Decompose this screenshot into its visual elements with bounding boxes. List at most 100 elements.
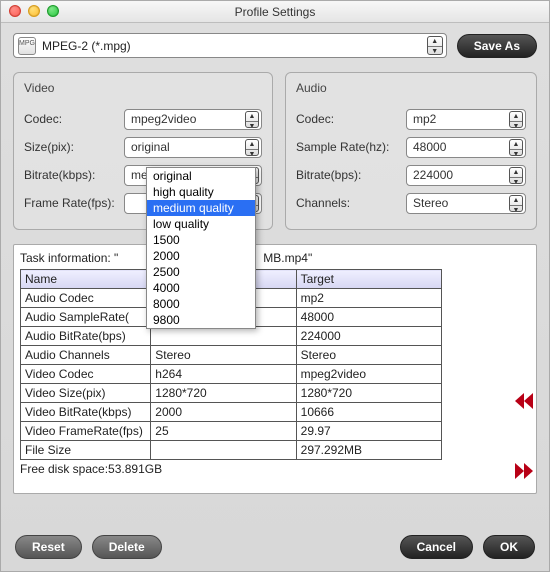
ok-button[interactable]: OK <box>483 535 535 559</box>
table-cell: 1280*720 <box>151 384 296 403</box>
video-codec-select[interactable]: mpeg2video ▲▼ <box>124 109 262 130</box>
audio-bitrate-select[interactable]: 224000 ▲▼ <box>406 165 526 186</box>
window-title: Profile Settings <box>235 5 316 19</box>
rewind-icon <box>524 393 533 409</box>
mpg-file-icon: MPG <box>18 37 36 55</box>
video-panel: Video Codec: mpeg2video ▲▼ Size(pix): or… <box>13 72 273 230</box>
audio-channels-field: Channels: Stereo ▲▼ <box>296 189 526 217</box>
table-cell: 48000 <box>296 308 441 327</box>
table-cell: h264 <box>151 365 296 384</box>
table-cell: mp2 <box>296 289 441 308</box>
audio-samplerate-label: Sample Rate(hz): <box>296 140 406 154</box>
stepper-icon[interactable]: ▲▼ <box>245 111 259 128</box>
window-controls <box>9 5 59 17</box>
bitrate-option[interactable]: 9800 <box>147 312 255 328</box>
video-bitrate-dropdown[interactable]: originalhigh qualitymedium qualitylow qu… <box>146 167 256 329</box>
prev-task-button[interactable] <box>515 393 543 411</box>
bitrate-option[interactable]: 4000 <box>147 280 255 296</box>
top-row: MPG MPEG-2 (*.mpg) ▲▼ Save As <box>13 33 537 58</box>
table-cell: Audio Codec <box>21 289 151 308</box>
bitrate-option[interactable]: medium quality <box>147 200 255 216</box>
table-cell: Audio SampleRate( <box>21 308 151 327</box>
stepper-icon[interactable]: ▲▼ <box>245 139 259 156</box>
video-size-select[interactable]: original ▲▼ <box>124 137 262 158</box>
table-cell: 1280*720 <box>296 384 441 403</box>
next-task-button[interactable] <box>515 463 543 481</box>
table-row: Audio BitRate(bps) 224000 <box>21 327 442 346</box>
table-cell: Video BitRate(kbps) <box>21 403 151 422</box>
table-cell: 29.97 <box>296 422 441 441</box>
table-row: Audio ChannelsStereoStereo <box>21 346 442 365</box>
table-cell: Video Codec <box>21 365 151 384</box>
delete-button[interactable]: Delete <box>92 535 162 559</box>
content: MPG MPEG-2 (*.mpg) ▲▼ Save As Video Code… <box>1 23 549 571</box>
close-icon[interactable] <box>9 5 21 17</box>
audio-bitrate-value: 224000 <box>413 168 453 182</box>
stepper-icon[interactable]: ▲▼ <box>427 36 443 55</box>
table-header-target: Target <box>296 270 441 289</box>
audio-bitrate-label: Bitrate(bps): <box>296 168 406 182</box>
save-as-button[interactable]: Save As <box>457 34 537 58</box>
profile-format-label: MPEG-2 (*.mpg) <box>42 39 442 53</box>
profile-settings-window: Profile Settings MPG MPEG-2 (*.mpg) ▲▼ S… <box>0 0 550 572</box>
video-size-value: original <box>131 140 170 154</box>
table-cell: mpeg2video <box>296 365 441 384</box>
rewind-icon <box>515 393 524 409</box>
video-framerate-label: Frame Rate(fps): <box>24 196 124 210</box>
free-disk-label: Free disk space:53.891GB <box>20 462 530 476</box>
titlebar: Profile Settings <box>1 1 549 23</box>
audio-channels-select[interactable]: Stereo ▲▼ <box>406 193 526 214</box>
table-row: Video FrameRate(fps)2529.97 <box>21 422 442 441</box>
table-header-name: Name <box>21 270 151 289</box>
audio-panel: Audio Codec: mp2 ▲▼ Sample Rate(hz): 480… <box>285 72 537 230</box>
audio-codec-field: Codec: mp2 ▲▼ <box>296 105 526 133</box>
minimize-icon[interactable] <box>28 5 40 17</box>
table-cell: 224000 <box>296 327 441 346</box>
audio-codec-label: Codec: <box>296 112 406 126</box>
table-cell: Audio BitRate(bps) <box>21 327 151 346</box>
video-codec-label: Codec: <box>24 112 124 126</box>
table-cell: 297.292MB <box>296 441 441 460</box>
audio-samplerate-value: 48000 <box>413 140 446 154</box>
bitrate-option[interactable]: original <box>147 168 255 184</box>
zoom-icon[interactable] <box>47 5 59 17</box>
settings-panels: Video Codec: mpeg2video ▲▼ Size(pix): or… <box>13 72 537 230</box>
bottom-bar: Reset Delete Cancel OK <box>1 535 549 559</box>
table-cell: Stereo <box>151 346 296 365</box>
reset-button[interactable]: Reset <box>15 535 82 559</box>
video-panel-title: Video <box>24 81 262 95</box>
task-info-label: Task information: "MB.mp4" <box>20 251 530 265</box>
table-row: File Size 297.292MB <box>21 441 442 460</box>
bitrate-option[interactable]: 8000 <box>147 296 255 312</box>
cancel-button[interactable]: Cancel <box>400 535 473 559</box>
bitrate-option[interactable]: high quality <box>147 184 255 200</box>
video-codec-field: Codec: mpeg2video ▲▼ <box>24 105 262 133</box>
forward-icon <box>524 463 533 479</box>
audio-samplerate-select[interactable]: 48000 ▲▼ <box>406 137 526 158</box>
bitrate-option[interactable]: low quality <box>147 216 255 232</box>
stepper-icon[interactable]: ▲▼ <box>509 167 523 184</box>
audio-channels-value: Stereo <box>413 196 448 210</box>
table-cell: Stereo <box>296 346 441 365</box>
profile-format-select[interactable]: MPG MPEG-2 (*.mpg) ▲▼ <box>13 33 447 58</box>
table-cell: Video Size(pix) <box>21 384 151 403</box>
table-cell <box>151 441 296 460</box>
stepper-icon[interactable]: ▲▼ <box>509 111 523 128</box>
stepper-icon[interactable]: ▲▼ <box>509 139 523 156</box>
table-row: Video Size(pix)1280*7201280*720 <box>21 384 442 403</box>
bitrate-option[interactable]: 2000 <box>147 248 255 264</box>
table-cell <box>151 327 296 346</box>
stepper-icon[interactable]: ▲▼ <box>509 195 523 212</box>
audio-codec-value: mp2 <box>413 112 436 126</box>
table-cell: Video FrameRate(fps) <box>21 422 151 441</box>
audio-bitrate-field: Bitrate(bps): 224000 ▲▼ <box>296 161 526 189</box>
video-bitrate-label: Bitrate(kbps): <box>24 168 124 182</box>
video-size-label: Size(pix): <box>24 140 124 154</box>
bitrate-option[interactable]: 1500 <box>147 232 255 248</box>
table-cell: File Size <box>21 441 151 460</box>
table-cell: Audio Channels <box>21 346 151 365</box>
audio-codec-select[interactable]: mp2 ▲▼ <box>406 109 526 130</box>
bitrate-option[interactable]: 2500 <box>147 264 255 280</box>
forward-icon <box>515 463 524 479</box>
audio-samplerate-field: Sample Rate(hz): 48000 ▲▼ <box>296 133 526 161</box>
